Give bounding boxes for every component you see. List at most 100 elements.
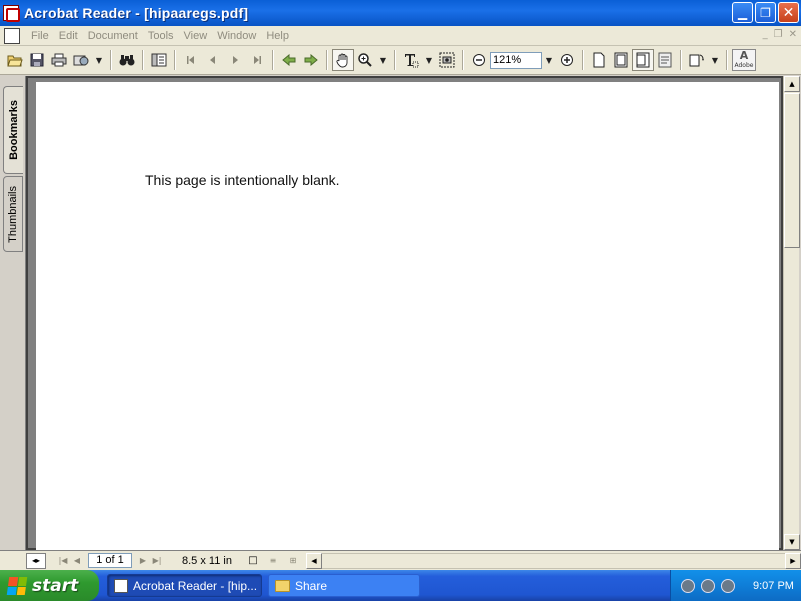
scroll-right-button[interactable]: ▶ bbox=[785, 552, 801, 569]
actual-size-icon[interactable] bbox=[588, 49, 610, 71]
windows-logo-icon bbox=[6, 576, 28, 595]
forward-icon[interactable] bbox=[300, 49, 322, 71]
menu-document[interactable]: Document bbox=[83, 30, 143, 42]
network-icon[interactable] bbox=[721, 578, 735, 593]
toolbar-separator bbox=[272, 50, 274, 70]
document-icon[interactable] bbox=[4, 27, 20, 44]
security-alert-icon[interactable] bbox=[701, 578, 715, 593]
reflow-icon[interactable] bbox=[654, 49, 676, 71]
email-dropdown-arrow[interactable]: ▼ bbox=[92, 49, 106, 71]
menu-bar: File Edit Document Tools View Window Hel… bbox=[0, 26, 801, 46]
toolbar-separator bbox=[462, 50, 464, 70]
tab-bookmarks-label: Bookmarks bbox=[7, 100, 20, 160]
zoom-in-tool-icon[interactable] bbox=[354, 49, 376, 71]
vertical-scroll-thumb[interactable] bbox=[784, 93, 800, 248]
doc-restore-button[interactable]: ❐ bbox=[774, 29, 783, 40]
acrobat-app-icon[interactable] bbox=[3, 5, 20, 22]
page-text: This page is intentionally blank. bbox=[145, 172, 340, 188]
navigation-pane: Bookmarks Thumbnails bbox=[0, 76, 26, 550]
status-last-page-button[interactable]: ▶| bbox=[150, 553, 164, 569]
document-view[interactable]: This page is intentionally blank. bbox=[26, 76, 783, 562]
tab-thumbnails-label: Thumbnails bbox=[7, 185, 19, 243]
email-icon[interactable] bbox=[70, 49, 92, 71]
scroll-up-button[interactable]: ▲ bbox=[784, 76, 800, 92]
fit-page-icon[interactable] bbox=[610, 49, 632, 71]
first-page-icon[interactable] bbox=[180, 49, 202, 71]
taskbar-item-label: Share bbox=[295, 578, 328, 593]
rotate-view-icon[interactable] bbox=[686, 49, 708, 71]
tab-thumbnails[interactable]: Thumbnails bbox=[3, 176, 23, 252]
zoom-level-field[interactable]: 121% bbox=[490, 51, 542, 69]
back-icon[interactable] bbox=[278, 49, 300, 71]
acrobat-taskbar-icon bbox=[114, 578, 128, 593]
toolbar-separator bbox=[680, 50, 682, 70]
fit-width-icon[interactable] bbox=[632, 49, 654, 71]
save-icon[interactable] bbox=[26, 49, 48, 71]
zoom-in-icon[interactable] bbox=[556, 49, 578, 71]
horizontal-scrollbar[interactable]: ◀ ▶ bbox=[305, 552, 801, 569]
single-page-layout-button[interactable]: □ bbox=[246, 553, 260, 569]
folder-icon bbox=[275, 579, 290, 592]
status-bar: ◂▸ |◀ ◀ 1 of 1 ▶ ▶| 8.5 x 11 in □ ≡ ⊞ ◀ … bbox=[26, 550, 801, 570]
print-icon[interactable] bbox=[48, 49, 70, 71]
page-number-field[interactable]: 1 of 1 bbox=[88, 553, 132, 568]
taskbar-item-acrobat[interactable]: Acrobat Reader - [hip... bbox=[107, 574, 262, 597]
hand-tool-icon[interactable] bbox=[332, 49, 354, 71]
adobe-logo[interactable]: A Adobe bbox=[732, 49, 756, 71]
nav-pane-footer bbox=[0, 550, 26, 570]
pdf-page: This page is intentionally blank. bbox=[36, 82, 779, 562]
status-first-page-button[interactable]: |◀ bbox=[56, 553, 70, 569]
doc-minimize-button[interactable]: _ bbox=[763, 29, 768, 40]
vertical-scrollbar[interactable]: ▲ ▼ bbox=[783, 76, 800, 550]
zoom-tool-dropdown-arrow[interactable]: ▼ bbox=[376, 49, 390, 71]
tab-bookmarks[interactable]: Bookmarks bbox=[3, 86, 23, 174]
taskbar-item-label: Acrobat Reader - [hip... bbox=[133, 578, 258, 593]
start-label: start bbox=[32, 575, 79, 596]
toolbar-separator bbox=[726, 50, 728, 70]
folder-open-icon[interactable] bbox=[4, 49, 26, 71]
toolbar-separator bbox=[174, 50, 176, 70]
taskbar-item-share[interactable]: Share bbox=[268, 574, 420, 597]
restore-button[interactable]: ❐ bbox=[755, 2, 776, 23]
zoom-level-dropdown-arrow[interactable]: ▼ bbox=[542, 49, 556, 71]
toolbar-separator bbox=[582, 50, 584, 70]
menu-edit[interactable]: Edit bbox=[54, 30, 83, 42]
binoculars-icon[interactable] bbox=[116, 49, 138, 71]
security-shield-icon[interactable] bbox=[681, 578, 695, 593]
previous-page-icon[interactable] bbox=[202, 49, 224, 71]
clock[interactable]: 9:07 PM bbox=[753, 580, 794, 592]
text-select-icon[interactable] bbox=[400, 49, 422, 71]
text-select-dropdown-arrow[interactable]: ▼ bbox=[422, 49, 436, 71]
toolbar: ▼ ▼ ▼ 121% ▼ ▼ A Adobe bbox=[0, 46, 801, 75]
last-page-icon[interactable] bbox=[246, 49, 268, 71]
status-next-page-button[interactable]: ▶ bbox=[136, 553, 150, 569]
toolbar-separator bbox=[110, 50, 112, 70]
pane-splitter-button[interactable]: ◂▸ bbox=[26, 552, 46, 569]
continuous-layout-button[interactable]: ≡ bbox=[266, 553, 280, 569]
page-size-label: 8.5 x 11 in bbox=[182, 554, 232, 567]
snapshot-icon[interactable] bbox=[436, 49, 458, 71]
menu-view[interactable]: View bbox=[179, 30, 213, 42]
rotate-dropdown-arrow[interactable]: ▼ bbox=[708, 49, 722, 71]
close-button[interactable]: ✕ bbox=[778, 2, 799, 23]
toolbar-separator bbox=[142, 50, 144, 70]
window-title: Acrobat Reader - [hipaaregs.pdf] bbox=[24, 5, 249, 21]
scroll-down-button[interactable]: ▼ bbox=[784, 534, 800, 550]
doc-close-button[interactable]: ✕ bbox=[789, 29, 797, 40]
window-controls: ▁ ❐ ✕ bbox=[732, 2, 799, 23]
menu-help[interactable]: Help bbox=[261, 30, 294, 42]
minimize-button[interactable]: ▁ bbox=[732, 2, 753, 23]
menu-file[interactable]: File bbox=[26, 30, 54, 42]
status-prev-page-button[interactable]: ◀ bbox=[70, 553, 84, 569]
navigation-pane-icon[interactable] bbox=[148, 49, 170, 71]
menu-tools[interactable]: Tools bbox=[143, 30, 179, 42]
toolbar-separator bbox=[394, 50, 396, 70]
next-page-icon[interactable] bbox=[224, 49, 246, 71]
start-button[interactable]: start bbox=[0, 570, 99, 601]
zoom-out-icon[interactable] bbox=[468, 49, 490, 71]
menu-window[interactable]: Window bbox=[212, 30, 261, 42]
scroll-left-button[interactable]: ◀ bbox=[305, 552, 322, 569]
system-tray: 9:07 PM bbox=[670, 570, 801, 601]
adobe-logo-text: Adobe bbox=[734, 62, 754, 69]
facing-layout-button[interactable]: ⊞ bbox=[286, 553, 300, 569]
